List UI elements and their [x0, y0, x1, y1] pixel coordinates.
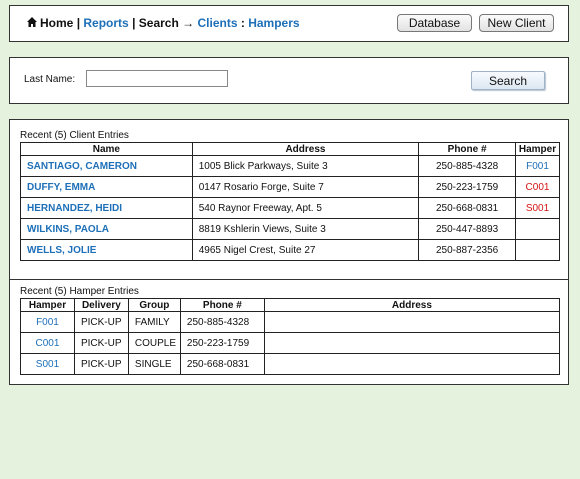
client-phone: 250-447-8893: [418, 218, 517, 240]
client-hamper-link[interactable]: F001: [515, 155, 560, 177]
client-address: 540 Raynor Freeway, Apt. 5: [191, 197, 420, 219]
recent-entries-panel: Recent (5) Client Entries Name Address P…: [9, 119, 569, 385]
hamper-phone: 250-668-0831: [179, 353, 265, 375]
hamper-id-link[interactable]: F001: [20, 311, 75, 333]
client-hamper-empty: [515, 239, 560, 261]
home-icon[interactable]: [26, 16, 38, 28]
breadcrumb: Home | Reports | Search → Clients : Hamp…: [26, 16, 300, 30]
client-entries-title: Recent (5) Client Entries: [20, 130, 129, 141]
client-name-link[interactable]: HERNANDEZ, HEIDI: [20, 197, 193, 219]
client-phone: 250-887-2356: [418, 239, 517, 261]
home-link[interactable]: Home: [40, 16, 73, 30]
hamper-delivery: PICK-UP: [73, 311, 129, 333]
hamper-group: COUPLE: [127, 332, 181, 354]
breadcrumb-colon: :: [240, 16, 245, 30]
client-phone: 250-668-0831: [418, 197, 517, 219]
section-divider: [10, 279, 568, 280]
client-phone: 250-885-4328: [418, 155, 517, 177]
table-row: HERNANDEZ, HEIDI 540 Raynor Freeway, Apt…: [20, 197, 560, 219]
breadcrumb-separator: |: [132, 16, 136, 30]
clients-link[interactable]: Clients: [198, 16, 238, 30]
client-hamper-link[interactable]: C001: [515, 176, 560, 198]
column-header-hamper: Hamper: [515, 142, 560, 156]
client-address: 8819 Kshlerin Views, Suite 3: [191, 218, 420, 240]
table-row: WELLS, JOLIE 4965 Nigel Crest, Suite 27 …: [20, 239, 560, 261]
hamper-group: FAMILY: [127, 311, 181, 333]
column-header-address: Address: [191, 142, 420, 156]
hamper-delivery: PICK-UP: [73, 332, 129, 354]
column-header-group: Group: [127, 298, 181, 312]
database-button[interactable]: Database: [397, 14, 472, 32]
nav-panel: Home | Reports | Search → Clients : Hamp…: [9, 5, 569, 42]
hamper-phone: 250-885-4328: [179, 311, 265, 333]
search-button[interactable]: Search: [471, 71, 545, 90]
hamper-entries-title: Recent (5) Hamper Entries: [20, 286, 139, 297]
hampers-link[interactable]: Hampers: [248, 16, 299, 30]
column-header-address: Address: [263, 298, 561, 312]
client-name-link[interactable]: WILKINS, PAOLA: [20, 218, 193, 240]
last-name-label: Last Name:: [24, 74, 76, 85]
breadcrumb-search: Search: [138, 16, 179, 30]
client-address: 4965 Nigel Crest, Suite 27: [191, 239, 420, 261]
client-phone: 250-223-1759: [418, 176, 517, 198]
client-entries-table: Name Address Phone # Hamper SANTIAGO, CA…: [20, 142, 560, 261]
client-hamper-link[interactable]: S001: [515, 197, 560, 219]
hamper-group: SINGLE: [127, 353, 181, 375]
column-header-phone: Phone #: [418, 142, 517, 156]
table-header-row: Name Address Phone # Hamper: [20, 142, 560, 156]
table-row: SANTIAGO, CAMERON 1005 Blick Parkways, S…: [20, 155, 560, 177]
column-header-delivery: Delivery: [73, 298, 129, 312]
hamper-entries-table: Hamper Delivery Group Phone # Address F0…: [20, 298, 561, 375]
hamper-address: [263, 353, 561, 375]
hamper-id-link[interactable]: S001: [20, 353, 75, 375]
client-hamper-empty: [515, 218, 560, 240]
hamper-address: [263, 332, 561, 354]
hamper-delivery: PICK-UP: [73, 353, 129, 375]
reports-link[interactable]: Reports: [83, 16, 128, 30]
table-row: DUFFY, EMMA 0147 Rosario Forge, Suite 7 …: [20, 176, 560, 198]
client-name-link[interactable]: SANTIAGO, CAMERON: [20, 155, 193, 177]
client-address: 0147 Rosario Forge, Suite 7: [191, 176, 420, 198]
breadcrumb-separator: |: [76, 16, 81, 30]
table-row: C001 PICK-UP COUPLE 250-223-1759: [20, 332, 561, 354]
hamper-id-link[interactable]: C001: [20, 332, 75, 354]
breadcrumb-arrow: →: [182, 16, 195, 30]
client-name-link[interactable]: DUFFY, EMMA: [20, 176, 193, 198]
table-row: S001 PICK-UP SINGLE 250-668-0831: [20, 353, 561, 375]
client-name-link[interactable]: WELLS, JOLIE: [20, 239, 193, 261]
client-address: 1005 Blick Parkways, Suite 3: [191, 155, 420, 177]
new-client-button[interactable]: New Client: [479, 14, 554, 32]
column-header-phone: Phone #: [179, 298, 265, 312]
last-name-input[interactable]: [86, 70, 228, 87]
column-header-name: Name: [20, 142, 193, 156]
table-row: WILKINS, PAOLA 8819 Kshlerin Views, Suit…: [20, 218, 560, 240]
table-header-row: Hamper Delivery Group Phone # Address: [20, 298, 561, 312]
column-header-hamper: Hamper: [20, 298, 75, 312]
hamper-phone: 250-223-1759: [179, 332, 265, 354]
hamper-address: [263, 311, 561, 333]
table-row: F001 PICK-UP FAMILY 250-885-4328: [20, 311, 561, 333]
search-panel: Last Name: Search: [9, 57, 569, 104]
